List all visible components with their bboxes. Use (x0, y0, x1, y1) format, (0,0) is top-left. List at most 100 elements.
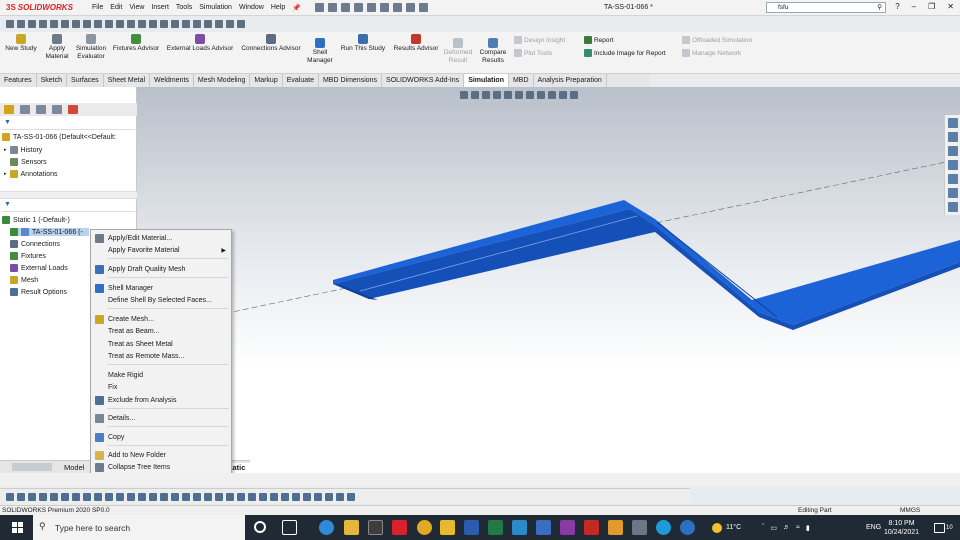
options-icon[interactable] (418, 3, 428, 12)
tool-icon[interactable] (28, 20, 36, 28)
menu-view[interactable]: View (129, 4, 144, 12)
restore-icon[interactable]: ❐ (928, 2, 935, 11)
tool-icon[interactable] (28, 492, 36, 501)
view-settings-icon[interactable] (559, 91, 567, 99)
app-icon[interactable] (536, 520, 551, 535)
design-library-icon[interactable] (947, 146, 958, 156)
tool-icon[interactable] (94, 492, 102, 501)
file-explorer-icon[interactable] (344, 520, 359, 535)
tool-icon[interactable] (39, 20, 47, 28)
app-icon[interactable] (560, 520, 575, 535)
tree-item-sensors[interactable]: Sensors (10, 158, 47, 166)
property-manager-icon[interactable] (20, 105, 30, 114)
tool-icon[interactable] (248, 492, 256, 501)
tab-simulation[interactable]: Simulation (464, 74, 509, 87)
tool-icon[interactable] (259, 492, 267, 501)
tab-evaluate[interactable]: Evaluate (283, 74, 319, 87)
menu-item-make-rigid[interactable]: Make Rigid (91, 369, 231, 381)
tool-icon[interactable] (138, 20, 146, 28)
menu-item-copy[interactable]: Copy (91, 431, 231, 443)
configuration-manager-icon[interactable] (36, 105, 46, 114)
menu-item-fix[interactable]: Fix (91, 381, 231, 393)
study-part-item[interactable]: TA-SS-01-066 (- (10, 228, 89, 236)
tool-icon[interactable] (292, 492, 300, 501)
tool-icon[interactable] (105, 492, 113, 501)
tab-nav-arrows[interactable] (12, 463, 52, 471)
acrobat-icon[interactable] (584, 520, 599, 535)
scene-icon[interactable] (548, 91, 556, 99)
menu-item-details[interactable]: Details... (91, 412, 231, 424)
tool-icon[interactable] (204, 20, 212, 28)
zoom-area-icon[interactable] (471, 91, 479, 99)
menu-item-apply-edit-material[interactable]: Apply/Edit Material... (91, 232, 231, 244)
tool-icon[interactable] (50, 20, 58, 28)
panel-splitter[interactable] (0, 191, 137, 199)
previous-view-icon[interactable] (482, 91, 490, 99)
deformed-result-button[interactable]: Deformed Result (442, 38, 474, 65)
tool-icon[interactable] (149, 20, 157, 28)
tool-icon[interactable] (6, 20, 14, 28)
plot-tools-button[interactable]: Plot Tools (514, 49, 552, 57)
appearance-icon[interactable] (537, 91, 545, 99)
print-icon[interactable] (366, 3, 376, 12)
study-item[interactable]: Static 1 (-Default-) (2, 216, 70, 224)
menu-item-treat-as-remote-mass[interactable]: Treat as Remote Mass... (91, 350, 231, 362)
tool-icon[interactable] (83, 492, 91, 501)
clock[interactable]: 8:10 PM 10/24/2021 (884, 515, 919, 540)
custom-properties-icon[interactable] (947, 188, 958, 198)
menu-item-treat-as-sheet-metal[interactable]: Treat as Sheet Metal (91, 338, 231, 350)
tool-icon[interactable] (83, 20, 91, 28)
menu-help[interactable]: Help (271, 4, 285, 12)
tool-icon[interactable] (215, 492, 223, 501)
volume-icon[interactable]: ♬ (783, 524, 790, 531)
menu-item-define-shell[interactable]: Define Shell By Selected Faces... (91, 294, 231, 306)
tab-mesh-modeling[interactable]: Mesh Modeling (194, 74, 251, 87)
design-insight-button[interactable]: Design Insight (514, 36, 565, 44)
help-icon[interactable]: ? (895, 2, 899, 11)
tree-item-mesh[interactable]: Mesh (10, 276, 38, 284)
tree-item-history[interactable]: ▸ History (4, 146, 42, 154)
notifications-button[interactable]: 10 (934, 515, 953, 540)
minimize-icon[interactable]: – (912, 2, 916, 11)
report-button[interactable]: Report (584, 36, 614, 44)
tool-icon[interactable] (237, 492, 245, 501)
tool-icon[interactable] (182, 492, 190, 501)
close-icon[interactable]: ✕ (947, 2, 954, 11)
home-icon[interactable] (947, 118, 958, 128)
tool-icon[interactable] (303, 492, 311, 501)
tab-mbd-dimensions[interactable]: MBD Dimensions (319, 74, 383, 87)
rebuild-icon[interactable] (405, 3, 415, 12)
appearances-icon[interactable] (947, 174, 958, 184)
menu-item-apply-favorite-material[interactable]: Apply Favorite Material ▶ (91, 244, 231, 256)
shell-manager-button[interactable]: Shell Manager (306, 38, 334, 65)
run-study-button[interactable]: Run This Study (338, 34, 388, 53)
tab-surfaces[interactable]: Surfaces (67, 74, 104, 87)
file-explorer-icon[interactable] (947, 160, 958, 170)
new-document-icon[interactable] (327, 3, 337, 12)
tool-icon[interactable] (61, 492, 69, 501)
tab-mbd[interactable]: MBD (509, 74, 534, 87)
settings-icon[interactable] (632, 520, 647, 535)
tool-icon[interactable] (127, 492, 135, 501)
display-manager-icon[interactable] (68, 105, 78, 114)
tool-icon[interactable] (116, 492, 124, 501)
results-advisor-button[interactable]: Results Advisor (390, 34, 442, 53)
menu-item-exclude-from-analysis[interactable]: Exclude from Analysis (91, 394, 231, 406)
tool-icon[interactable] (149, 492, 157, 501)
external-loads-advisor-button[interactable]: External Loads Advisor (165, 34, 235, 53)
select-icon[interactable] (392, 3, 402, 12)
tree-item-external-loads[interactable]: External Loads (10, 264, 68, 272)
menu-file[interactable]: File (92, 4, 103, 12)
tab-model[interactable]: Model (64, 463, 84, 472)
language-indicator[interactable]: ENG (866, 515, 881, 540)
display-style-icon[interactable] (515, 91, 523, 99)
offloaded-simulation-button[interactable]: Offloaded Simulation (682, 36, 752, 44)
simulation-evaluator-button[interactable]: Simulation Evaluator (74, 34, 108, 61)
undo-icon[interactable] (379, 3, 389, 12)
tool-icon[interactable] (105, 20, 113, 28)
section-view-icon[interactable] (493, 91, 501, 99)
pin-icon[interactable]: 📌 (292, 4, 301, 12)
weather-widget[interactable]: 11°C (712, 515, 741, 540)
tree-item-annotations[interactable]: ▸ Annotations (4, 170, 58, 178)
store-icon[interactable] (368, 520, 383, 535)
